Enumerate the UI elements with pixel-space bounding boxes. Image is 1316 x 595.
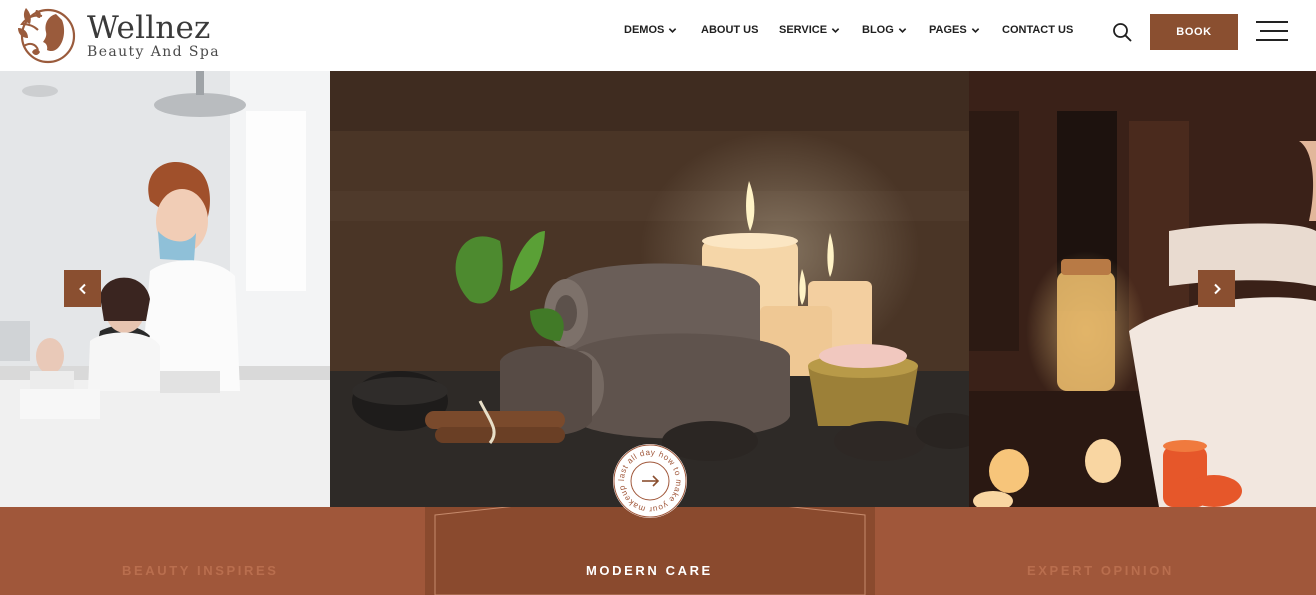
caption-modern-care: MODERN CARE — [586, 563, 713, 578]
hero-slide-manicure-image — [0, 71, 330, 507]
nav-item-demos[interactable]: DEMOS — [624, 24, 677, 36]
brand-tagline: Beauty And Spa — [87, 44, 220, 60]
hamburger-menu-icon[interactable] — [1256, 21, 1288, 43]
logo-face-icon — [18, 8, 76, 64]
nav-item-contact-us[interactable]: CONTACT US — [1002, 24, 1073, 36]
nav-item-label: CONTACT US — [1002, 24, 1074, 36]
caption-beauty-inspires: BEAUTY INSPIRES — [122, 563, 279, 578]
chevron-right-icon — [1213, 283, 1221, 294]
nav-item-pages[interactable]: PAGES — [929, 24, 980, 36]
nav-item-label: PAGES — [929, 24, 967, 36]
search-icon[interactable] — [1112, 22, 1132, 42]
nav-item-label: ABOUT US — [701, 24, 759, 36]
book-button[interactable]: BOOK — [1150, 14, 1238, 50]
chevron-left-icon — [78, 283, 86, 294]
circular-text-badge[interactable]: last all day how to make your makeup — [612, 443, 688, 519]
slider-next-button[interactable] — [1198, 270, 1235, 307]
chevron-down-icon — [831, 27, 840, 33]
chevron-down-icon — [971, 27, 979, 33]
nav-item-label: SERVICE — [779, 24, 828, 36]
site-header: Wellnez Beauty And Spa DEMOS ABOUT US SE… — [0, 0, 1316, 71]
nav-item-about-us[interactable]: ABOUT US — [701, 24, 758, 36]
brand-name: Wellnez — [87, 10, 211, 46]
nav-item-label: BLOG — [862, 24, 894, 36]
center-caption-panel — [425, 507, 875, 595]
hero-caption-band: BEAUTY INSPIRES MODERN CARE EXPERT OPINI… — [0, 507, 1316, 595]
hero-slide-spa-towels-image — [330, 71, 969, 507]
caption-expert-opinion: EXPERT OPINION — [1027, 563, 1174, 578]
brand-logo[interactable]: Wellnez Beauty And Spa — [12, 2, 219, 64]
nav-item-blog[interactable]: BLOG — [862, 24, 907, 36]
nav-item-label: DEMOS — [624, 24, 665, 36]
hero-slide-spa-room-image — [969, 71, 1316, 507]
slider-prev-button[interactable] — [64, 270, 101, 307]
nav-item-service[interactable]: SERVICE — [779, 24, 840, 36]
chevron-down-icon — [898, 27, 907, 33]
chevron-down-icon — [669, 27, 677, 33]
